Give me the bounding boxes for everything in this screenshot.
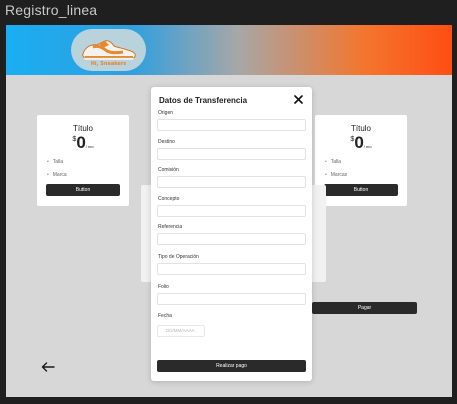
referencia-label: Referencia <box>158 224 183 230</box>
folio-label: Folio <box>158 284 169 290</box>
plan-period: / mo <box>85 144 94 149</box>
transfer-modal: Datos de Transferencia Origen Destino Co… <box>151 87 312 381</box>
plan-card-left: Título $0/ mo Talla Marca Button <box>37 115 129 206</box>
plan-amount: 0 <box>76 133 86 152</box>
fecha-label: Fecha <box>158 313 172 319</box>
logo-caption: Hi, Sneakers <box>90 61 127 67</box>
plan-card-right: Título $0/ mo Talla Marcas Button <box>315 115 407 206</box>
comision-label: Comisión <box>158 167 179 173</box>
plan-price: $0/ mo <box>315 134 407 152</box>
plan-currency: $ <box>72 136 77 143</box>
tipo-operacion-label: Tipo de Operación <box>158 254 199 260</box>
realizar-pago-button[interactable]: Realizar pago <box>157 360 306 372</box>
app-title: Registro_linea <box>5 2 98 18</box>
plan-features: Talla Marca <box>47 159 67 185</box>
concepto-label: Concepto <box>158 196 180 202</box>
sneaker-logo[interactable]: Hi, Sneakers <box>71 29 146 71</box>
plan-feature: Talla <box>325 159 347 165</box>
destino-input[interactable] <box>157 148 306 160</box>
plan-currency: $ <box>350 136 355 143</box>
plan-feature: Marca <box>47 172 67 178</box>
pay-button[interactable]: Pagar <box>312 302 417 314</box>
origen-label: Origen <box>158 110 174 116</box>
origen-input[interactable] <box>157 119 306 131</box>
plan-title: Título <box>350 124 371 133</box>
folio-input[interactable] <box>157 293 306 305</box>
close-icon[interactable] <box>294 95 303 104</box>
plan-feature: Talla <box>47 159 67 165</box>
plan-price: $0/ mo <box>37 134 129 152</box>
plan-title: Título <box>72 124 93 133</box>
arrow-left-icon[interactable] <box>41 362 55 372</box>
plan-button[interactable]: Button <box>324 184 398 196</box>
referencia-input[interactable] <box>157 233 306 245</box>
modal-title: Datos de Transferencia <box>159 96 248 105</box>
fecha-input[interactable]: DD/MM/AAAA <box>157 325 205 337</box>
comision-input[interactable] <box>157 176 306 188</box>
plan-button[interactable]: Button <box>46 184 120 196</box>
plan-amount: 0 <box>354 133 364 152</box>
plan-feature: Marcas <box>325 172 347 178</box>
destino-label: Destino <box>158 139 175 145</box>
app-frame: Hi, Sneakers Título $0/ mo Talla Marca B… <box>6 25 452 397</box>
concepto-input[interactable] <box>157 205 306 217</box>
tipo-operacion-input[interactable] <box>157 263 306 275</box>
plan-features: Talla Marcas <box>325 159 347 185</box>
plan-period: / mo <box>363 144 372 149</box>
